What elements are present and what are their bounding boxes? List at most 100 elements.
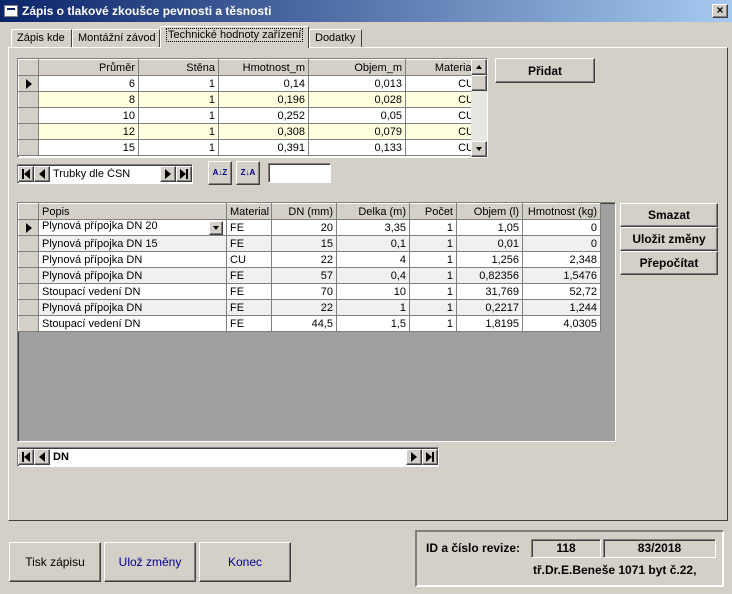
tab-dodatky[interactable]: Dodatky [309, 29, 362, 48]
cell[interactable]: 10 [38, 107, 139, 124]
cell[interactable]: 0,028 [308, 91, 406, 108]
add-button[interactable]: Přidat [495, 58, 595, 83]
exit-button[interactable]: Konec [199, 542, 291, 582]
nav-prev-button[interactable] [34, 449, 50, 465]
pipes-vscrollbar[interactable] [471, 59, 487, 157]
row-selector[interactable] [18, 315, 39, 332]
row-selector[interactable] [18, 299, 39, 316]
cell[interactable]: 0,14 [218, 75, 309, 92]
cell[interactable]: 0,133 [308, 139, 406, 156]
table-row[interactable]: Plynová přípojka DN CU 22 4 1 1,256 2,34… [18, 251, 601, 268]
row-selector[interactable] [18, 139, 39, 156]
cell[interactable]: 20 [271, 219, 337, 236]
cell[interactable]: Plynová přípojka DN [38, 299, 227, 316]
cell[interactable]: Plynová přípojka DN [38, 251, 227, 268]
cell[interactable]: 0,252 [218, 107, 309, 124]
row-selector[interactable] [18, 219, 39, 236]
row-selector[interactable] [18, 267, 39, 284]
cell[interactable]: 0,4 [336, 267, 410, 284]
cell[interactable]: 0,079 [308, 123, 406, 140]
nav-next-button[interactable] [160, 166, 176, 182]
cell[interactable]: CU [405, 139, 478, 156]
col-header-material[interactable]: Material [226, 203, 272, 220]
cell[interactable]: 12 [38, 123, 139, 140]
cell[interactable]: 22 [271, 251, 337, 268]
search-input[interactable] [268, 163, 331, 183]
cell[interactable]: 0,01 [456, 235, 523, 252]
cell[interactable]: 57 [271, 267, 337, 284]
row-selector[interactable] [18, 283, 39, 300]
print-report-button[interactable]: Tisk zápisu [9, 542, 101, 582]
nav-prev-button[interactable] [34, 166, 50, 182]
save-changes-button[interactable]: Uložit změny [620, 227, 718, 251]
col-header-dn[interactable]: DN (mm) [271, 203, 337, 220]
recalculate-button[interactable]: Přepočítat [620, 251, 718, 275]
cell[interactable]: Plynová přípojka DN [38, 267, 227, 284]
cell[interactable]: 4,0305 [522, 315, 601, 332]
cell[interactable]: 1 [138, 107, 219, 124]
cell[interactable]: 0,82356 [456, 267, 523, 284]
pipes-grid[interactable]: Průměr Stěna Hmotnost_m Objem_m Material… [17, 58, 488, 158]
cell[interactable]: 2,348 [522, 251, 601, 268]
cell[interactable]: 1 [409, 235, 457, 252]
table-row[interactable]: Plynová přípojka DN 15 FE 15 0,1 1 0,01 … [18, 235, 601, 252]
row-selector[interactable] [18, 107, 39, 124]
cell[interactable]: FE [226, 267, 272, 284]
col-header-prumer[interactable]: Průměr [38, 59, 139, 76]
items-grid[interactable]: Popis Material DN (mm) Delka (m) Počet O… [17, 202, 616, 442]
cell[interactable]: 1 [409, 283, 457, 300]
col-header-stena[interactable]: Stěna [138, 59, 219, 76]
col-header-hmotnost[interactable]: Hmotnost_m [218, 59, 309, 76]
cell[interactable]: 1,256 [456, 251, 523, 268]
cell[interactable]: 1 [138, 75, 219, 92]
cell[interactable]: 6 [38, 75, 139, 92]
tab-technicke-hodnoty[interactable]: Technické hodnoty zařízení [160, 26, 309, 48]
cell[interactable]: 0,308 [218, 123, 309, 140]
col-header-popis[interactable]: Popis [38, 203, 227, 220]
cell[interactable]: 0 [522, 235, 601, 252]
delete-button[interactable]: Smazat [620, 203, 718, 227]
tab-zapis-kde[interactable]: Zápis kde [11, 29, 72, 48]
row-selector[interactable] [18, 251, 39, 268]
table-row[interactable]: Plynová přípojka DN FE 57 0,4 1 0,82356 … [18, 267, 601, 284]
table-row[interactable]: Stoupací vedení DN FE 70 10 1 31,769 52,… [18, 283, 601, 300]
cell[interactable]: 0,1 [336, 235, 410, 252]
cell[interactable]: 1 [409, 251, 457, 268]
cell[interactable]: 10 [336, 283, 410, 300]
pipes-navigator[interactable]: Trubky dle ČSN [17, 164, 193, 184]
nav-next-button[interactable] [406, 449, 422, 465]
cell[interactable]: 8 [38, 91, 139, 108]
cell[interactable]: 1,244 [522, 299, 601, 316]
cell[interactable]: 1 [138, 123, 219, 140]
cell[interactable]: 0,196 [218, 91, 309, 108]
cell[interactable]: CU [226, 251, 272, 268]
cell[interactable]: 1 [409, 219, 457, 236]
cell[interactable]: 70 [271, 283, 337, 300]
cell[interactable]: 1 [409, 299, 457, 316]
cell[interactable]: 1,05 [456, 219, 523, 236]
table-row[interactable]: 10 1 0,252 0,05 CU [18, 107, 478, 124]
cell[interactable]: FE [226, 283, 272, 300]
cell[interactable]: 44,5 [271, 315, 337, 332]
cell[interactable]: 1 [138, 139, 219, 156]
scroll-thumb[interactable] [471, 75, 487, 91]
table-row[interactable]: Stoupací vedení DN FE 44,5 1,5 1 1,8195 … [18, 315, 601, 332]
cell[interactable]: CU [405, 107, 478, 124]
cell[interactable]: Plynová přípojka DN 15 [38, 235, 227, 252]
cell[interactable]: 1,5476 [522, 267, 601, 284]
tab-montazni-zavod[interactable]: Montážní závod [72, 29, 160, 48]
popis-combo[interactable]: Plynová přípojka DN 20 [38, 219, 227, 236]
col-header-material[interactable]: Material [405, 59, 478, 76]
row-selector[interactable] [18, 235, 39, 252]
nav-first-button[interactable] [18, 449, 34, 465]
cell[interactable]: 1 [409, 267, 457, 284]
scroll-up-button[interactable] [471, 59, 487, 75]
cell[interactable]: 52,72 [522, 283, 601, 300]
cell[interactable]: CU [405, 123, 478, 140]
table-row[interactable]: 6 1 0,14 0,013 CU [18, 75, 478, 92]
cell[interactable]: 0,2217 [456, 299, 523, 316]
cell[interactable]: CU [405, 91, 478, 108]
save-button[interactable]: Ulož změny [104, 542, 196, 582]
table-row[interactable]: Plynová přípojka DN FE 22 1 1 0,2217 1,2… [18, 299, 601, 316]
cell[interactable]: 4 [336, 251, 410, 268]
